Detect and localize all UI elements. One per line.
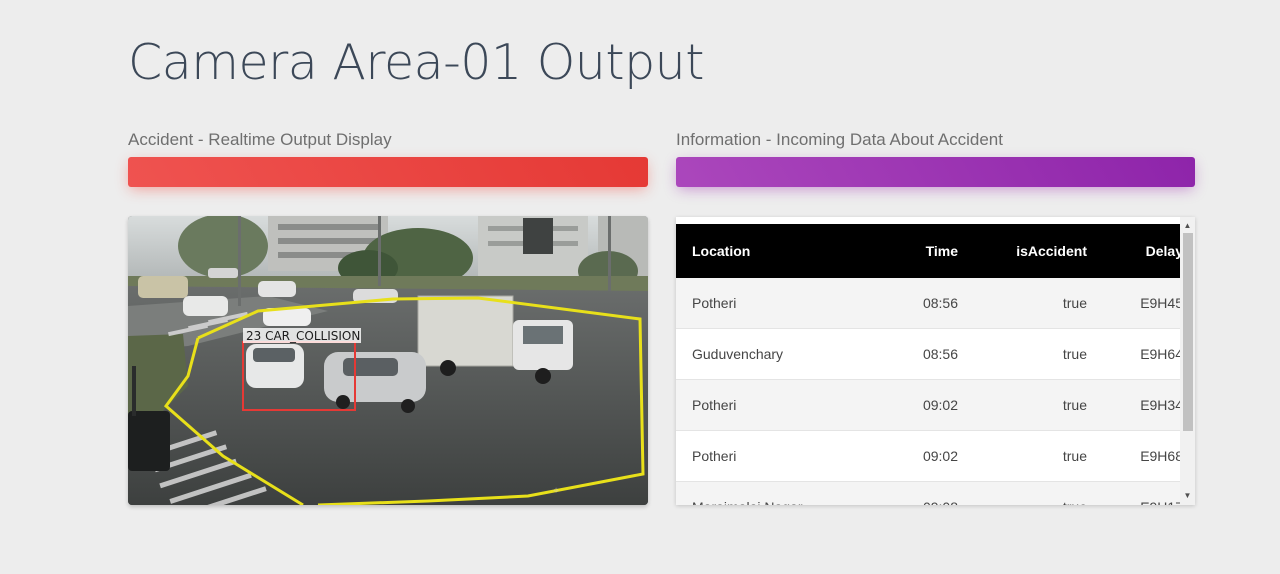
realtime-output-header-bar <box>128 157 648 187</box>
cell-time: 08:56 <box>858 278 974 329</box>
scroll-down-arrow-icon[interactable]: ▼ <box>1180 489 1195 503</box>
cell-location: Maraimalai Nagar <box>676 481 858 505</box>
accident-data-table: Location Time isAccident Delay Potheri 0… <box>676 224 1195 505</box>
column-header-time[interactable]: Time <box>858 224 974 278</box>
table-row[interactable]: Potheri 08:56 true E9H45 <box>676 278 1195 329</box>
cell-is-accident: true <box>974 328 1103 380</box>
cell-is-accident: true <box>974 430 1103 482</box>
table-row[interactable]: Guduvenchary 08:56 true E9H64 <box>676 328 1195 380</box>
incoming-data-header-bar <box>676 157 1195 187</box>
detection-label: 23 CAR_COLLISION <box>246 329 360 343</box>
column-header-location[interactable]: Location <box>676 224 858 278</box>
cell-location: Potheri <box>676 430 858 482</box>
cell-location: Potheri <box>676 278 858 329</box>
camera-feed-image: 23 CAR_COLLISION ⌖ <box>128 216 648 505</box>
page-title: Camera Area-01 Output <box>128 34 704 91</box>
table-header-row: Location Time isAccident Delay <box>676 224 1195 278</box>
scrollbar-thumb[interactable] <box>1183 233 1193 431</box>
cell-is-accident: true <box>974 379 1103 431</box>
cell-time: 09:02 <box>858 430 974 482</box>
cell-location: Guduvenchary <box>676 328 858 380</box>
incoming-data-label: Information - Incoming Data About Accide… <box>676 130 1003 149</box>
cell-time: 08:56 <box>858 328 974 380</box>
cell-is-accident: true <box>974 481 1103 505</box>
column-header-is-accident[interactable]: isAccident <box>974 224 1103 278</box>
scroll-up-arrow-icon[interactable]: ▲ <box>1180 219 1195 233</box>
cell-is-accident: true <box>974 278 1103 329</box>
table-scrollbar[interactable]: ▲ ▼ <box>1180 217 1195 505</box>
table-row[interactable]: Maraimalai Nagar 09:08 true E9H17 <box>676 481 1195 505</box>
accident-data-table-card[interactable]: Location Time isAccident Delay Potheri 0… <box>676 217 1195 505</box>
table-row[interactable]: Potheri 09:02 true E9H68 <box>676 430 1195 482</box>
cell-time: 09:02 <box>858 379 974 431</box>
cell-location: Potheri <box>676 379 858 431</box>
cell-time: 09:08 <box>858 481 974 505</box>
table-row[interactable]: Potheri 09:02 true E9H34 <box>676 379 1195 431</box>
camera-feed: 23 CAR_COLLISION ⌖ <box>128 216 648 505</box>
svg-text:⌖: ⌖ <box>553 485 559 497</box>
realtime-output-label: Accident - Realtime Output Display <box>128 130 392 149</box>
